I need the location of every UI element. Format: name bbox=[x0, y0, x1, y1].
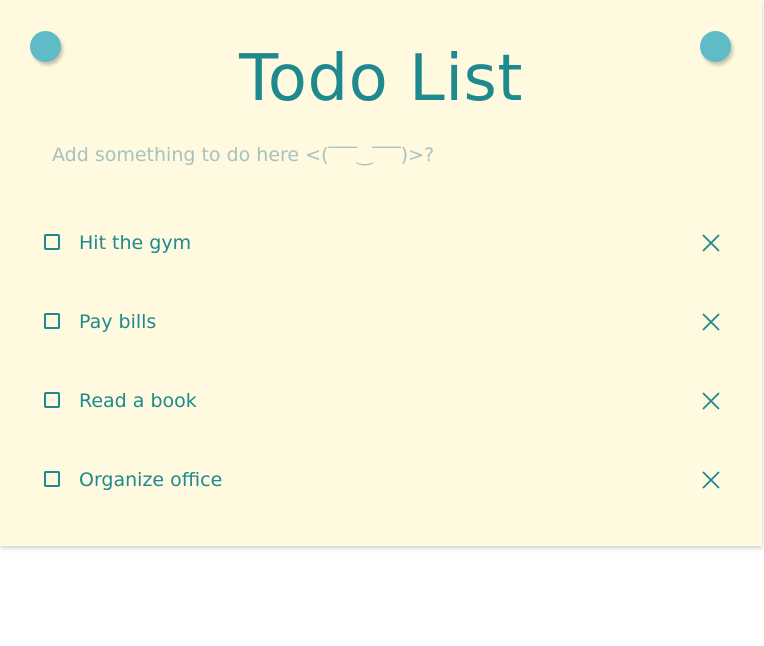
new-todo-input[interactable] bbox=[52, 138, 712, 172]
close-icon[interactable] bbox=[700, 311, 722, 333]
page-title: Todo List bbox=[239, 42, 523, 116]
todo-checkbox[interactable] bbox=[44, 234, 60, 250]
todo-list: Hit the gym Pay bills Read a book Organi… bbox=[0, 204, 762, 520]
todo-item: Read a book bbox=[0, 362, 762, 441]
todo-label: Read a book bbox=[79, 390, 197, 412]
todo-checkbox[interactable] bbox=[44, 392, 60, 408]
todo-item: Hit the gym bbox=[0, 204, 762, 283]
todo-label: Hit the gym bbox=[79, 232, 192, 254]
todo-item: Organize office bbox=[0, 441, 762, 520]
todo-card: Todo List Hit the gym Pay bills Read a b… bbox=[0, 0, 762, 546]
close-icon[interactable] bbox=[700, 390, 722, 412]
close-icon[interactable] bbox=[700, 469, 722, 491]
todo-checkbox[interactable] bbox=[44, 471, 60, 487]
close-icon[interactable] bbox=[700, 232, 722, 254]
todo-checkbox[interactable] bbox=[44, 313, 60, 329]
todo-label: Pay bills bbox=[79, 311, 157, 333]
todo-label: Organize office bbox=[79, 469, 223, 491]
todo-item: Pay bills bbox=[0, 283, 762, 362]
